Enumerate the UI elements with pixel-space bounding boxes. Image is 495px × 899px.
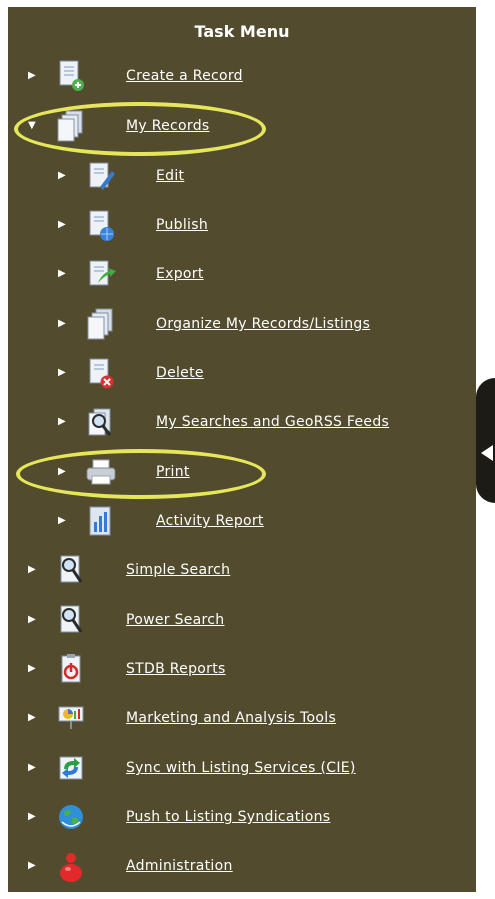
power-search-icon xyxy=(54,603,88,637)
expand-arrow-icon: ▶ xyxy=(28,860,36,871)
menu-item-sync[interactable]: ▶ Sync with Listing Services (CIE) xyxy=(28,748,355,788)
administration-icon xyxy=(54,849,88,883)
expand-arrow-icon: ▶ xyxy=(58,170,66,181)
menu-item-export[interactable]: ▶ Export xyxy=(58,254,203,294)
menu-item-label: My Searches and GeoRSS Feeds xyxy=(156,414,390,430)
menu-item-label: My Records xyxy=(126,118,210,134)
expand-arrow-icon: ▶ xyxy=(28,614,36,625)
menu-item-print[interactable]: ▶ Print xyxy=(58,452,189,492)
menu-item-label: Export xyxy=(156,266,204,282)
menu-item-label: Print xyxy=(156,464,190,480)
searches-feeds-icon xyxy=(84,405,118,439)
menu-item-simple-search[interactable]: ▶ Simple Search xyxy=(28,550,230,590)
menu-item-publish[interactable]: ▶ Publish xyxy=(58,205,208,245)
menu-item-my-searches[interactable]: ▶ My Searches and GeoRSS Feeds xyxy=(58,402,389,442)
export-icon xyxy=(84,257,118,291)
menu-item-label: Simple Search xyxy=(126,562,231,578)
menu-item-label: Organize My Records/Listings xyxy=(156,316,371,332)
expand-arrow-icon: ▶ xyxy=(58,219,66,230)
expand-arrow-icon: ▶ xyxy=(58,268,66,279)
create-record-icon xyxy=(54,59,88,93)
edit-icon xyxy=(84,159,118,193)
menu-item-label: Marketing and Analysis Tools xyxy=(126,710,337,726)
expand-arrow-icon: ▶ xyxy=(28,564,36,575)
menu-item-label: Create a Record xyxy=(126,68,243,84)
menu-item-label: Activity Report xyxy=(156,513,264,529)
expand-arrow-icon: ▶ xyxy=(58,515,66,526)
expand-arrow-icon: ▶ xyxy=(28,762,36,773)
menu-item-activity-report[interactable]: ▶ Activity Report xyxy=(58,501,263,541)
menu-item-power-search[interactable]: ▶ Power Search xyxy=(28,600,224,640)
expand-arrow-icon: ▶ xyxy=(58,416,66,427)
expand-arrow-icon: ▶ xyxy=(28,663,36,674)
menu-item-label: Sync with Listing Services (CIE) xyxy=(126,760,356,776)
publish-icon xyxy=(84,208,118,242)
globe-icon xyxy=(54,800,88,834)
marketing-tools-icon xyxy=(54,701,88,735)
menu-item-label: STDB Reports xyxy=(126,661,226,677)
activity-report-icon xyxy=(84,504,118,538)
menu-item-label: Administration xyxy=(126,858,233,874)
menu-item-organize[interactable]: ▶ Organize My Records/Listings xyxy=(58,304,370,344)
expand-arrow-icon: ▶ xyxy=(28,811,36,822)
sync-icon xyxy=(54,751,88,785)
simple-search-icon xyxy=(54,553,88,587)
menu-item-push-syndications[interactable]: ▶ Push to Listing Syndications xyxy=(28,797,330,837)
my-records-icon xyxy=(54,109,88,143)
menu-item-marketing-tools[interactable]: ▶ Marketing and Analysis Tools xyxy=(28,698,336,738)
collapse-arrow-icon: ▼ xyxy=(28,120,36,131)
expand-arrow-icon: ▶ xyxy=(58,318,66,329)
printer-icon xyxy=(84,455,118,489)
organize-icon xyxy=(84,307,118,341)
menu-item-create-record[interactable]: ▶ Create a Record xyxy=(28,56,243,96)
menu-item-stdb-reports[interactable]: ▶ STDB Reports xyxy=(28,649,225,689)
menu-item-label: Power Search xyxy=(126,612,225,628)
menu-item-label: Push to Listing Syndications xyxy=(126,809,331,825)
menu-item-label: Delete xyxy=(156,365,204,381)
collapse-pointer-icon[interactable] xyxy=(481,445,493,461)
menu-item-delete[interactable]: ▶ Delete xyxy=(58,353,204,393)
side-tab xyxy=(476,378,495,503)
menu-item-administration[interactable]: ▶ Administration xyxy=(28,846,232,886)
expand-arrow-icon: ▶ xyxy=(58,367,66,378)
expand-arrow-icon: ▶ xyxy=(58,466,66,477)
expand-arrow-icon: ▶ xyxy=(28,70,36,81)
expand-arrow-icon: ▶ xyxy=(28,712,36,723)
stdb-reports-icon xyxy=(54,652,88,686)
delete-icon xyxy=(84,356,118,390)
menu-item-label: Publish xyxy=(156,217,209,233)
menu-item-my-records[interactable]: ▼ My Records xyxy=(28,106,209,146)
task-menu-title: Task Menu xyxy=(194,22,290,41)
menu-item-label: Edit xyxy=(156,168,185,184)
menu-item-edit[interactable]: ▶ Edit xyxy=(58,156,184,196)
